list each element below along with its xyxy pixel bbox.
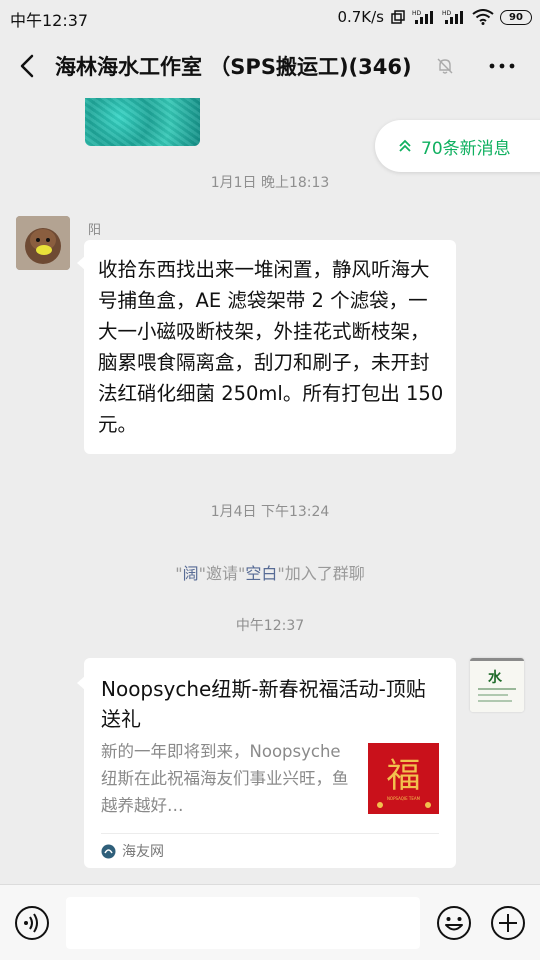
link-card-title: Noopsyche纽斯-新春祝福活动-顶贴送礼	[101, 677, 426, 731]
water-logo-icon: 水	[470, 658, 524, 712]
fu-caption: NOPSAQIE TEAM	[387, 796, 421, 801]
side-char: 水	[488, 669, 503, 686]
hd-signal-icon: HD	[442, 10, 463, 24]
svg-text:HD: HD	[442, 10, 452, 17]
more-dots-icon[interactable]	[486, 56, 518, 76]
status-icons: 0.7K/s HD HD 90	[337, 7, 532, 27]
double-chevron-up-icon	[399, 139, 411, 152]
link-card-thumbnail: 福 NOPSAQIE TEAM	[368, 743, 439, 814]
quote-open: "	[175, 564, 183, 583]
link-card[interactable]: Noopsyche纽斯-新春祝福活动-顶贴送礼 新的一年即将到来，Noopsyc…	[77, 658, 456, 868]
fu-character-icon: 福 NOPSAQIE TEAM	[368, 743, 439, 814]
svg-text:HD: HD	[412, 10, 422, 17]
avatar[interactable]	[16, 216, 70, 270]
divider	[101, 833, 439, 834]
chat-header: 海林海水工作室 （SPS搬运工)(346)	[0, 34, 540, 98]
timestamp: 1月1日 晚上18:13	[210, 175, 330, 191]
emoji-icon[interactable]	[436, 905, 472, 941]
timestamp: 中午12:37	[235, 618, 305, 634]
joined-text: "加入了群聊	[277, 564, 365, 583]
back-arrow-icon[interactable]	[14, 52, 42, 80]
network-speed: 0.7K/s	[337, 8, 384, 26]
fu-char: 福	[387, 756, 421, 796]
puppy-avatar-icon	[16, 216, 70, 270]
inviter-name[interactable]: 阔	[183, 564, 199, 583]
input-bar	[0, 884, 540, 960]
sender-name: 阳	[88, 223, 102, 238]
message-input[interactable]	[66, 897, 420, 949]
timestamp: 1月4日 下午13:24	[210, 504, 330, 520]
status-time: 中午12:37	[10, 11, 89, 30]
text-message-bubble[interactable]: 收拾东西找出来一堆闲置，静风听海大号捕鱼盒，AE 滤袋架带 2 个滤袋，一大一小…	[77, 240, 456, 454]
hd-signal-icon: HD	[412, 10, 433, 24]
new-messages-label: 70条新消息	[421, 138, 511, 159]
status-bar: 中午12:37 0.7K/s HD HD 90	[0, 0, 540, 34]
source-logo-icon	[101, 844, 116, 858]
invite-text: "邀请"	[198, 564, 246, 583]
partial-card-thumbnail[interactable]: 水	[470, 658, 524, 712]
voice-icon[interactable]	[14, 905, 50, 941]
wifi-icon	[472, 9, 494, 25]
chat-area[interactable]: 70条新消息 1月1日 晚上18:13 阳 收拾东西找出来一堆闲置，静风听海大号…	[0, 98, 540, 884]
link-card-source: 海友网	[101, 841, 164, 861]
battery-icon: 90	[500, 9, 532, 25]
chat-title: 海林海水工作室 （SPS搬运工)(346)	[55, 55, 412, 79]
system-notice: "阔"邀请"空白"加入了群聊	[0, 560, 540, 584]
mute-bell-icon	[437, 58, 453, 74]
link-card-description: 新的一年即将到来，Noopsyche纽斯在此祝福海友们事业兴旺，鱼越养越好…	[101, 742, 349, 815]
screen-rotate-icon	[391, 10, 405, 24]
new-messages-button[interactable]: 70条新消息	[375, 120, 540, 172]
source-name: 海友网	[122, 844, 164, 860]
plus-icon[interactable]	[490, 905, 526, 941]
image-message-partial[interactable]	[85, 98, 200, 146]
invitee-name[interactable]: 空白	[245, 564, 277, 583]
